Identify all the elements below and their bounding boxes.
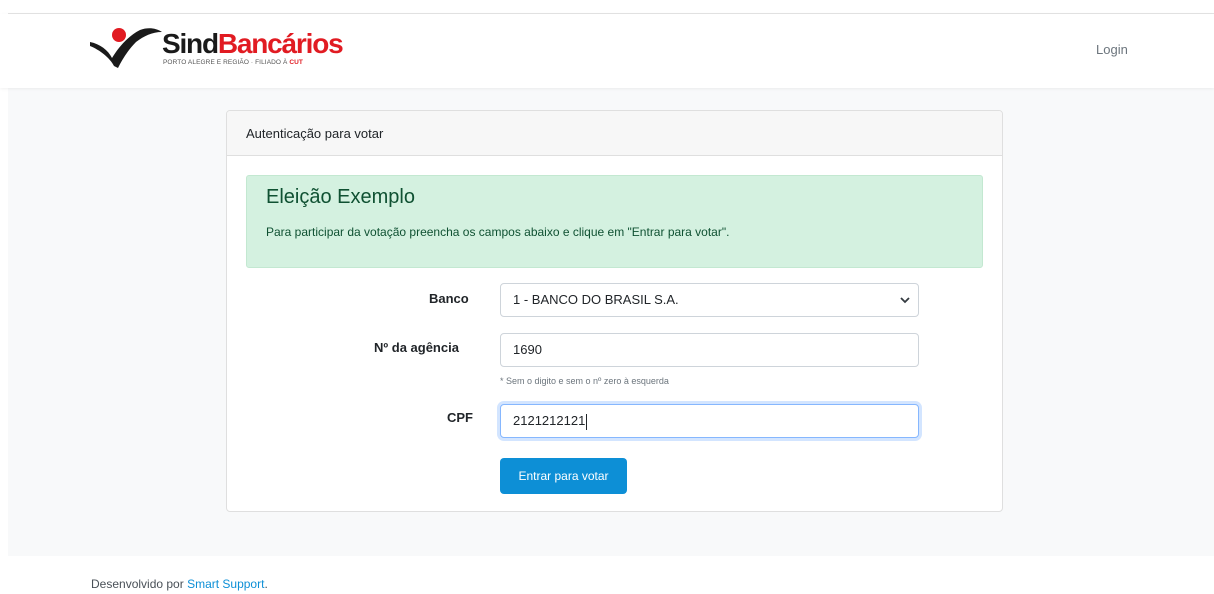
brand-prefix: Sind (162, 28, 219, 59)
navbar: SindBancários PORTO ALEGRE E REGIÃO · FI… (0, 14, 1214, 88)
brand-logo[interactable]: SindBancários PORTO ALEGRE E REGIÃO · FI… (88, 26, 344, 76)
brand-subtitle-text: PORTO ALEGRE E REGIÃO · FILIADO À (163, 59, 290, 66)
text-cursor (586, 413, 588, 430)
election-alert: Eleição Exemplo Para participar da votaç… (246, 175, 983, 268)
agency-value: 1690 (513, 342, 542, 357)
election-title: Eleição Exemplo (266, 186, 415, 208)
footer-developer-link[interactable]: Smart Support (187, 577, 264, 591)
agency-label: Nº da agência (374, 340, 459, 355)
footer-prefix: Desenvolvido por (91, 577, 188, 591)
card-header: Autenticação para votar (227, 111, 1002, 156)
bank-select[interactable]: 1 - BANCO DO BRASIL S.A. (500, 283, 919, 317)
cpf-value: 2121212121 (513, 413, 586, 428)
footer: Desenvolvido por Smart Support. (91, 577, 268, 591)
auth-card: Autenticação para votar Eleição Exemplo … (226, 110, 1003, 512)
bank-label: Banco (429, 291, 469, 306)
brand-suffix: Bancários (217, 28, 344, 59)
login-link[interactable]: Login (1096, 42, 1128, 57)
brand-name: SindBancários (162, 28, 344, 60)
footer-suffix: . (264, 577, 268, 591)
cpf-label: CPF (447, 410, 473, 425)
agency-hint: * Sem o digito e sem o nº zero à esquerd… (500, 376, 669, 386)
sindbancarios-logo-icon (90, 28, 162, 68)
election-instructions: Para participar da votação preencha os c… (266, 225, 730, 239)
brand-subtitle: PORTO ALEGRE E REGIÃO · FILIADO À CUT (163, 59, 303, 66)
chevron-down-icon (900, 297, 910, 304)
cpf-input[interactable]: 2121212121 (500, 404, 919, 438)
bank-selected-value: 1 - BANCO DO BRASIL S.A. (513, 292, 679, 307)
agency-input[interactable]: 1690 (500, 333, 919, 367)
submit-vote-button[interactable]: Entrar para votar (500, 458, 627, 494)
brand-subtitle-cut: CUT (289, 59, 304, 66)
